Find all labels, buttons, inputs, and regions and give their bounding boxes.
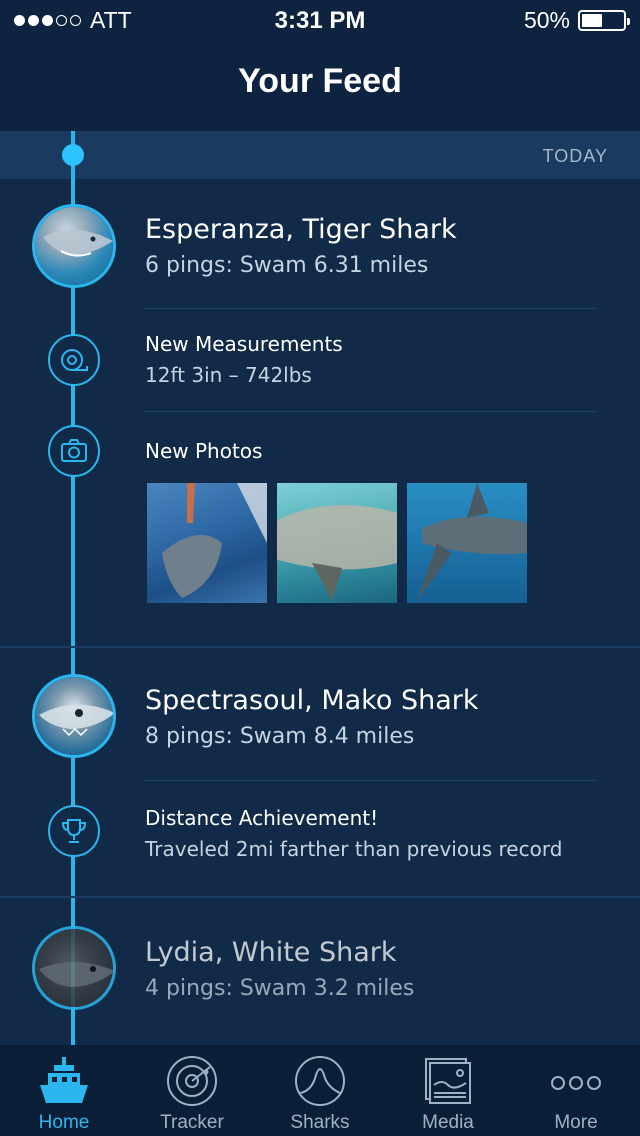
- tab-label: Home: [38, 1112, 90, 1133]
- tab-label: More: [554, 1112, 598, 1133]
- tab-media[interactable]: Media: [384, 1045, 512, 1136]
- shark-ping-summary: 6 pings: Swam 6.31 miles: [145, 253, 429, 278]
- more-icon: [551, 1076, 601, 1090]
- date-section-header: TODAY: [0, 131, 640, 179]
- divider: [145, 411, 596, 412]
- entry-detail: 12ft 3in – 742lbs: [145, 363, 312, 387]
- radar-icon: [167, 1056, 217, 1106]
- section-divider: [0, 896, 640, 898]
- trophy-icon: [48, 805, 100, 857]
- tab-tracker[interactable]: Tracker: [128, 1045, 256, 1136]
- shark-name[interactable]: Lydia, White Shark: [145, 937, 397, 968]
- divider: [145, 308, 596, 309]
- tab-label: Tracker: [160, 1112, 224, 1133]
- tab-label: Sharks: [290, 1112, 350, 1133]
- shark-photo-thumbnail[interactable]: [277, 483, 397, 603]
- section-divider: [0, 646, 640, 648]
- shark-avatar-spectrasoul[interactable]: [32, 674, 116, 758]
- tape-measure-icon: [48, 334, 100, 386]
- shark-photo-thumbnail[interactable]: [407, 483, 527, 603]
- tab-bar: Home Tracker Sharks Media More: [0, 1045, 640, 1136]
- boat-icon: [40, 1057, 88, 1103]
- date-label: TODAY: [542, 146, 608, 166]
- tab-home[interactable]: Home: [0, 1045, 128, 1136]
- divider: [145, 780, 596, 781]
- entry-detail: Traveled 2mi farther than previous recor…: [145, 837, 563, 861]
- battery-icon: [578, 10, 630, 31]
- page-title: Your Feed: [238, 62, 402, 100]
- shark-photo-thumbnail[interactable]: [147, 483, 267, 603]
- entry-title: New Photos: [145, 439, 263, 463]
- tab-sharks[interactable]: Sharks: [256, 1045, 384, 1136]
- status-bar: ATT 3:31 PM 50%: [0, 0, 640, 40]
- timeline-start-dot: [62, 144, 84, 166]
- shark-name[interactable]: Spectrasoul, Mako Shark: [145, 685, 478, 716]
- tab-more[interactable]: More: [512, 1045, 640, 1136]
- entry-title: Distance Achievement!: [145, 806, 379, 830]
- shark-avatar-esperanza[interactable]: [32, 204, 116, 288]
- tab-label: Media: [422, 1112, 474, 1133]
- media-icon: [425, 1058, 471, 1104]
- battery-percentage: 50%: [523, 7, 570, 33]
- entry-title: New Measurements: [145, 332, 343, 356]
- shark-name[interactable]: Esperanza, Tiger Shark: [145, 214, 457, 245]
- shark-avatar-lydia[interactable]: [32, 926, 116, 1010]
- shark-ping-summary: 4 pings: Swam 3.2 miles: [145, 976, 415, 1001]
- shark-fin-icon: [295, 1056, 345, 1106]
- shark-ping-summary: 8 pings: Swam 8.4 miles: [145, 724, 415, 749]
- camera-icon: [48, 425, 100, 477]
- navigation-bar: Your Feed: [0, 40, 640, 131]
